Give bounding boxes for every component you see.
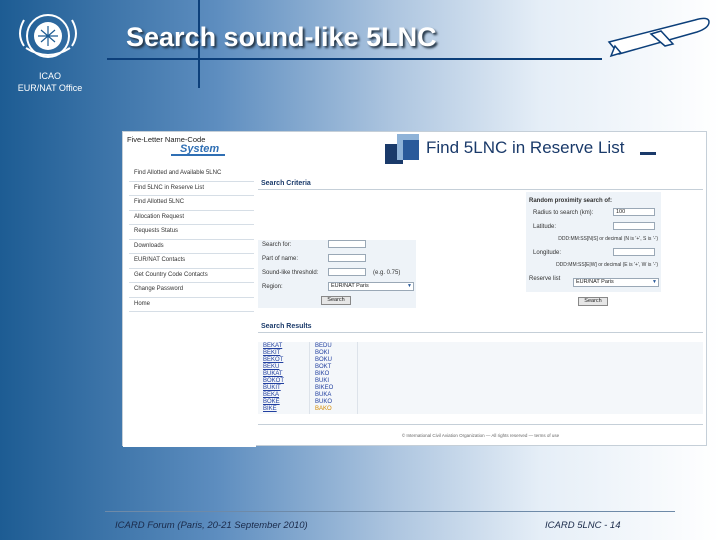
result-soundlike-code: BOKU <box>315 357 333 363</box>
sidebar-item-find-allotted-available[interactable]: Find Allotted and Available 5LNC <box>129 167 254 182</box>
result-code-link[interactable]: BOKOT <box>263 378 293 384</box>
sidebar-item-downloads[interactable]: Downloads <box>129 240 254 254</box>
footer-page: ICARD 5LNC - 14 <box>545 520 621 531</box>
proximity-title: Random proximity search of: <box>529 198 613 204</box>
reserve-list-select-value: EUR/NAT Paris <box>576 279 614 285</box>
reserve-list-title: Find 5LNC in Reserve List <box>426 138 625 157</box>
similar-hint: (e.g. 0.75) <box>373 270 401 276</box>
chevron-down-icon: ▼ <box>407 283 412 289</box>
longitude-hint: DDD:MM:SS[E|W] or decimal (E is '+', W i… <box>556 262 658 268</box>
results-col-divider <box>309 342 310 414</box>
result-soundlike-code: BOKT <box>315 364 332 370</box>
sidebar-item-allocation-request[interactable]: Allocation Request <box>129 211 254 225</box>
sidebar-item-find-allotted[interactable]: Find Allotted 5LNC <box>129 196 254 211</box>
airplane-icon <box>607 17 710 58</box>
slide-title: Search sound-like 5LNC <box>126 22 437 52</box>
title-underline <box>107 58 602 60</box>
longitude-label: Longitude: <box>533 250 562 256</box>
sound-label: Search for: <box>262 242 292 248</box>
result-code-link[interactable]: BUKIT <box>263 385 293 391</box>
result-soundlike-code: BEDU <box>315 343 332 349</box>
latitude-label: Latitude: <box>533 224 557 230</box>
footer-divider <box>258 424 703 425</box>
footer-rule <box>105 511 675 512</box>
name-input[interactable] <box>328 254 366 262</box>
longitude-input[interactable] <box>613 248 655 256</box>
region-select-value: EUR/NAT Paris <box>331 283 369 289</box>
result-code-link[interactable]: BEKAT <box>263 343 293 349</box>
result-code-link[interactable]: BIKE <box>263 406 293 412</box>
results-divider <box>258 332 703 333</box>
result-soundlike-code: BUKA <box>315 392 332 398</box>
result-soundlike-code: BAKO <box>315 406 332 412</box>
result-soundlike-code: BOKI <box>315 350 330 356</box>
result-code-link[interactable]: BEKU <box>263 364 293 370</box>
similar-input[interactable] <box>328 268 366 276</box>
name-label: Part of name: <box>262 256 299 262</box>
app-footer: © International Civil Aviation Organizat… <box>401 433 560 438</box>
result-code-link[interactable]: BEKIT <box>263 350 293 356</box>
left-search-button[interactable]: Search <box>321 296 351 305</box>
system-logo-bar <box>171 154 225 156</box>
org-name: ICAO <box>38 71 61 81</box>
result-soundlike-code: BIKO <box>315 371 330 377</box>
sidebar-menu: Find Allotted and Available 5LNC Find 5L… <box>129 167 254 312</box>
result-soundlike-code: BUKO <box>315 399 333 405</box>
sidebar-item-country-contacts[interactable]: Get Country Code Contacts <box>129 269 254 283</box>
sound-input[interactable] <box>328 240 366 248</box>
latitude-input[interactable] <box>613 222 655 230</box>
results-col-divider <box>357 342 358 414</box>
result-code-link[interactable]: BEKOT <box>263 357 293 363</box>
sidebar: Five-Letter Name-Code System Find Allott… <box>123 132 256 447</box>
proximity-search-button[interactable]: Search <box>578 297 608 306</box>
org-office: EUR/NAT Office <box>17 83 83 93</box>
reserve-list-label: Reserve list <box>529 276 561 282</box>
reserve-list-logo-icon <box>385 134 419 164</box>
sidebar-item-home[interactable]: Home <box>129 298 254 312</box>
sidebar-item-find-reserve[interactable]: Find 5LNC in Reserve List <box>129 182 254 196</box>
chevron-down-icon: ▼ <box>652 279 657 285</box>
result-code-link[interactable]: BEKA <box>263 392 293 398</box>
search-criteria-heading: Search Criteria <box>261 180 311 187</box>
radius-label: Radius to search (km): <box>533 210 594 216</box>
result-code-link[interactable]: BUKAT <box>263 371 293 377</box>
webapp-screenshot: Five-Letter Name-Code System Find Allott… <box>122 131 707 447</box>
result-soundlike-code: BIKEO <box>315 385 334 391</box>
sidebar-item-change-password[interactable]: Change Password <box>129 283 254 298</box>
region-label: Region: <box>262 284 283 290</box>
latitude-hint: DDD:MM:SS[N|S] or decimal (N is '+', S i… <box>558 236 658 242</box>
result-code-link[interactable]: BOKE <box>263 399 293 405</box>
search-results-heading: Search Results <box>261 323 312 330</box>
sidebar-item-contacts[interactable]: EUR/NAT Contacts <box>129 254 254 269</box>
criteria-divider <box>258 189 703 190</box>
radius-input[interactable] <box>613 208 655 216</box>
reserve-list-underline <box>640 152 656 155</box>
similar-label: Sound-like threshold: <box>262 270 319 276</box>
reserve-list-select[interactable]: EUR/NAT Paris ▼ <box>573 278 659 287</box>
region-select[interactable]: EUR/NAT Paris ▼ <box>328 282 414 291</box>
icao-emblem-icon <box>19 14 77 58</box>
footer-event: ICARD Forum (Paris, 20-21 September 2010… <box>115 520 308 531</box>
result-soundlike-code: BUKI <box>315 378 330 384</box>
sidebar-item-requests-status[interactable]: Requests Status <box>129 225 254 240</box>
slide: Search sound-like 5LNC ICAO EUR/NAT Offi… <box>0 0 720 540</box>
